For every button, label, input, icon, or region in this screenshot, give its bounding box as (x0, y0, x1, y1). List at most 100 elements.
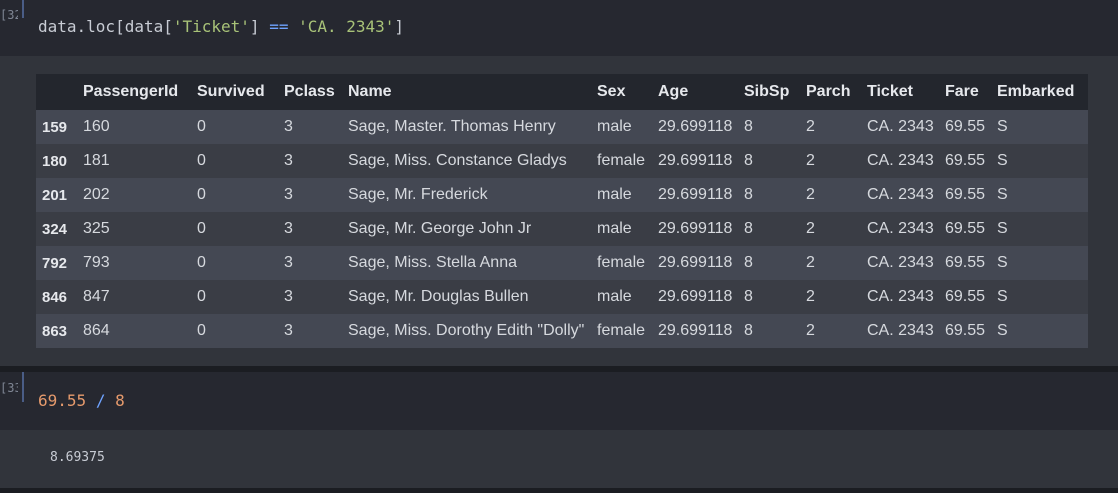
row-index-cell: 159 (42, 118, 68, 136)
column-header: Embarked (991, 74, 1088, 110)
table-cell: S (997, 118, 1008, 135)
table-cell: male (597, 288, 632, 305)
table-cell: 2 (806, 152, 815, 169)
table-row: 201 202 0 3 Sage, Mr. Frederick male 29.699118… (36, 178, 1088, 212)
table-cell: 29.699118 (658, 288, 733, 305)
column-header: Ticket (861, 74, 939, 110)
table-cell: Sage, Master. Thomas Henry (348, 118, 556, 135)
table-cell: female (597, 322, 646, 339)
table-row: 863 864 0 3 Sage, Miss. Dorothy Edith "Dolly… (36, 314, 1088, 348)
table-cell: CA. 2343 (867, 288, 934, 305)
table-cell: 864 (83, 322, 110, 339)
cell-prompt-2: [33]: (0, 381, 18, 395)
table-cell: 3 (284, 254, 293, 271)
table-row: 792 793 0 3 Sage, Miss. Stella Anna female 29.… (36, 246, 1088, 280)
row-index-cell: 863 (42, 322, 68, 340)
code-token: data.loc[data[ (38, 17, 173, 36)
table-cell: female (597, 254, 646, 271)
table-cell: S (997, 152, 1008, 169)
table-cell: 3 (284, 220, 293, 237)
table-cell: 8 (744, 118, 753, 135)
column-header: Parch (800, 74, 861, 110)
table-cell: 29.699118 (658, 220, 733, 237)
table-cell: 325 (83, 220, 110, 237)
table-cell: 69.55 (945, 254, 986, 271)
column-header: Sex (591, 74, 652, 110)
table-cell: 3 (284, 186, 293, 203)
code-line-2[interactable]: 69.55 / 8 (38, 391, 125, 410)
table-cell: male (597, 220, 632, 237)
table-cell: Sage, Mr. Douglas Bullen (348, 288, 529, 305)
table-cell: male (597, 186, 632, 203)
code-line-1[interactable]: data.loc[data['Ticket'] == 'CA. 2343'] (38, 17, 404, 36)
table-row: 159 160 0 3 Sage, Master. Thomas Henry male 29… (36, 110, 1088, 144)
output-result: 8.69375 (50, 450, 105, 465)
table-cell: 8 (744, 186, 753, 203)
table-cell: 69.55 (945, 152, 986, 169)
table-cell: 0 (197, 322, 206, 339)
table-cell: 202 (83, 186, 110, 203)
cell-focus-bar-1 (22, 0, 24, 18)
code-number-token: 8 (115, 391, 125, 410)
table-cell: 29.699118 (658, 254, 733, 271)
table-cell: 29.699118 (658, 186, 733, 203)
table-cell: 29.699118 (658, 118, 733, 135)
table-cell: 181 (83, 152, 110, 169)
table-cell: 69.55 (945, 288, 986, 305)
table-cell: 8 (744, 322, 753, 339)
table-cell: 8 (744, 254, 753, 271)
column-header: Age (652, 74, 738, 110)
column-header: Survived (191, 74, 278, 110)
row-index-cell: 201 (42, 186, 68, 204)
table-cell: CA. 2343 (867, 152, 934, 169)
table-cell: 0 (197, 288, 206, 305)
column-header: PassengerId (77, 74, 191, 110)
table-cell: Sage, Miss. Constance Gladys (348, 152, 567, 169)
table-cell: male (597, 118, 632, 135)
table-cell: 2 (806, 118, 815, 135)
column-header: Name (342, 74, 591, 110)
code-cell-1[interactable]: [32]: data.loc[data['Ticket'] == 'CA. 23… (0, 0, 1118, 56)
table-body: 159 160 0 3 Sage, Master. Thomas Henry male 29… (36, 110, 1088, 348)
table-cell: 2 (806, 254, 815, 271)
code-token: ] (394, 17, 405, 36)
table-cell: 2 (806, 186, 815, 203)
table-row: 180 181 0 3 Sage, Miss. Constance Gladys fema… (36, 144, 1088, 178)
code-string-token: 'Ticket' (172, 17, 250, 36)
column-header: Pclass (278, 74, 342, 110)
code-cell-2[interactable]: [33]: 69.55 / 8 (0, 372, 1118, 430)
table-cell: 3 (284, 152, 293, 169)
code-token: ] (249, 17, 270, 36)
column-header: Fare (939, 74, 991, 110)
table-cell: 3 (284, 288, 293, 305)
code-operator-token: / (95, 391, 106, 410)
table-cell: CA. 2343 (867, 186, 934, 203)
table-cell: 2 (806, 322, 815, 339)
column-header: SibSp (738, 74, 800, 110)
code-string-token: 'CA. 2343' (298, 17, 395, 36)
table-cell: 0 (197, 118, 206, 135)
table-cell: S (997, 254, 1008, 271)
table-cell: 69.55 (945, 220, 986, 237)
cell-focus-bar-2 (22, 372, 24, 402)
table-cell: 160 (83, 118, 110, 135)
table-cell: female (597, 152, 646, 169)
table-row: 324 325 0 3 Sage, Mr. George John Jr male 29.6… (36, 212, 1088, 246)
table-cell: 2 (806, 220, 815, 237)
table-cell: CA. 2343 (867, 118, 934, 135)
table-cell: 3 (284, 322, 293, 339)
code-operator-token: == (269, 17, 289, 36)
table-cell: S (997, 322, 1008, 339)
table-cell: S (997, 186, 1008, 203)
cell-prompt-1: [32]: (0, 8, 18, 22)
table-cell: 793 (83, 254, 110, 271)
table-cell: 8 (744, 152, 753, 169)
row-index-cell: 324 (42, 220, 68, 238)
row-index-cell: 792 (42, 254, 68, 272)
table-cell: 69.55 (945, 322, 986, 339)
table-cell: 3 (284, 118, 293, 135)
row-index-cell: 846 (42, 288, 68, 306)
table-cell: S (997, 288, 1008, 305)
